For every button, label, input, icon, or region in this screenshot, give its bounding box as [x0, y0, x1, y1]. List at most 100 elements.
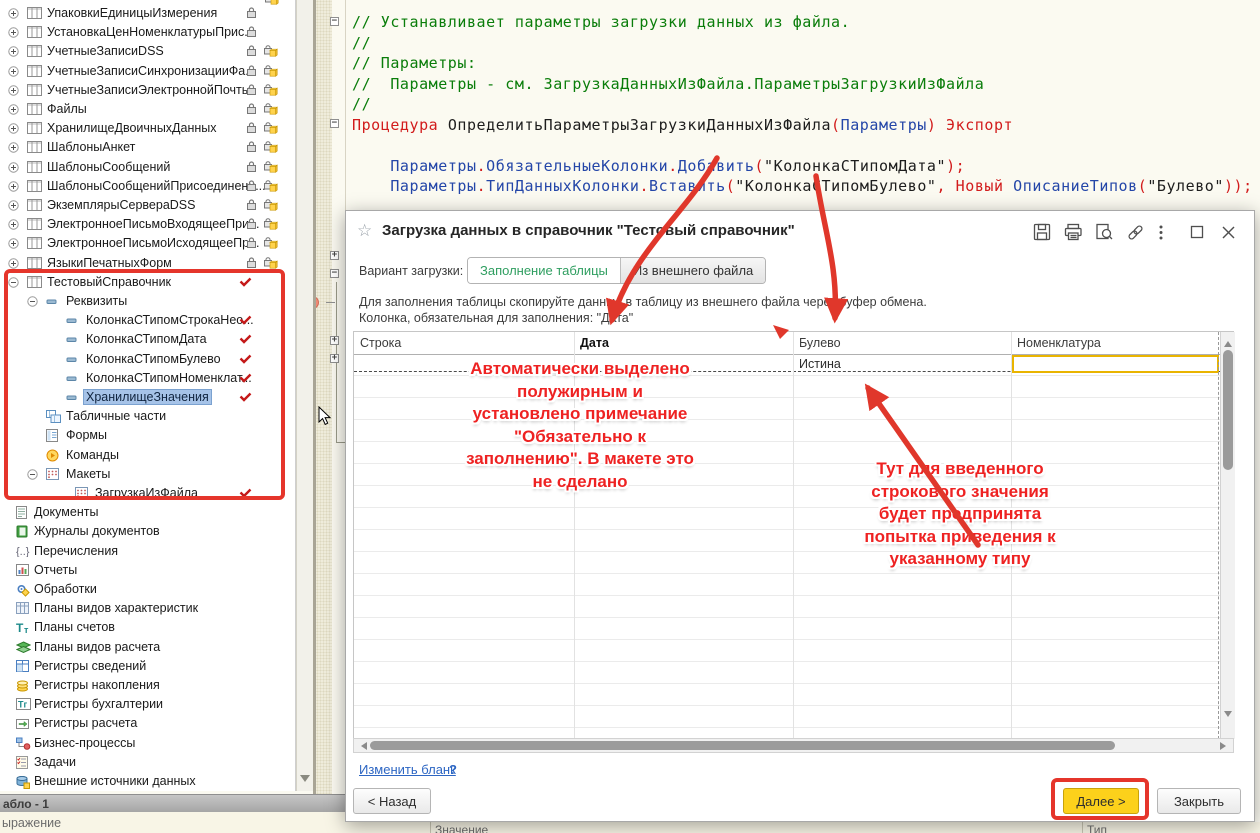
expand-icon[interactable] — [8, 258, 19, 269]
expand-icon[interactable] — [8, 46, 19, 57]
tree-item[interactable]: Журналы документов — [0, 522, 296, 541]
preview-icon[interactable] — [1095, 223, 1114, 242]
tree-item[interactable]: КолонкаСТипомДата — [0, 330, 296, 349]
tree-item[interactable]: Файлы — [0, 100, 296, 119]
column-header[interactable]: Строка — [354, 332, 574, 354]
help-link[interactable]: ? — [449, 762, 457, 777]
tree-item[interactable]: ШаблоныАнкет — [0, 138, 296, 157]
tree-item[interactable]: УпаковкиЕдиницыИзмерения — [0, 4, 296, 23]
link-icon[interactable] — [1126, 223, 1145, 242]
tree-item[interactable]: ХранилищеЗначения — [0, 388, 296, 407]
table-vertical-scrollbar[interactable] — [1220, 332, 1235, 739]
tree-item[interactable]: {..}Перечисления — [0, 542, 296, 561]
tree-item[interactable]: ТестовыйСправочник — [0, 273, 296, 292]
tree-item[interactable]: Бизнес-процессы — [0, 734, 296, 753]
tree-item[interactable]: ЭкземплярыСервераDSS — [0, 196, 296, 215]
expand-icon[interactable] — [8, 181, 19, 192]
tree-item[interactable]: УстановкаЦенНоменклатурыПрис... — [0, 23, 296, 42]
back-button[interactable]: < Назад — [353, 788, 431, 814]
close-icon[interactable] — [1219, 223, 1238, 242]
tree-item[interactable]: Макеты — [0, 465, 296, 484]
tree-item[interactable]: ТгРегистры бухгалтерии — [0, 695, 296, 714]
tree-item[interactable]: ЭлектронноеПисьмоВходящееПри... — [0, 215, 296, 234]
scroll-up-icon[interactable] — [1224, 337, 1232, 347]
fold-expand-icon[interactable] — [330, 251, 339, 260]
tree-item[interactable]: КолонкаСТипомСтрокаНео... — [0, 311, 296, 330]
fold-collapse-icon[interactable] — [330, 17, 339, 26]
expand-icon[interactable] — [8, 162, 19, 173]
scroll-down-icon[interactable] — [300, 775, 310, 787]
tree-item[interactable]: Документы — [0, 503, 296, 522]
tree-item[interactable]: ШаблоныСообщенийПрисоединенн... — [0, 177, 296, 196]
favorite-star-icon[interactable]: ☆ — [357, 221, 372, 241]
table-horizontal-scrollbar[interactable] — [353, 738, 1234, 753]
fold-expand-icon[interactable] — [330, 354, 339, 363]
save-icon[interactable] — [1033, 223, 1052, 242]
expand-icon[interactable] — [8, 123, 19, 134]
tab-fill-table[interactable]: Заполнение таблицы — [468, 258, 620, 283]
tree-item[interactable]: Реквизиты — [0, 292, 296, 311]
collapse-icon[interactable] — [8, 277, 19, 288]
collapse-icon[interactable] — [27, 469, 38, 480]
tree-item[interactable]: Задачи — [0, 753, 296, 772]
expand-icon[interactable] — [8, 200, 19, 211]
tree-item[interactable]: Обработки — [0, 580, 296, 599]
tree-item[interactable]: Отчеты — [0, 561, 296, 580]
tree-item[interactable]: ЗагрузкаИзФайла — [0, 484, 296, 503]
tree-item[interactable]: ТтПланы счетов — [0, 618, 296, 637]
tree-item[interactable]: КолонкаСТипомБулево — [0, 350, 296, 369]
tab-from-file[interactable]: Из внешнего файла — [620, 258, 765, 283]
table-body[interactable] — [354, 354, 1220, 739]
tree-scrollbar[interactable] — [296, 0, 313, 791]
tree-item[interactable]: Команды — [0, 446, 296, 465]
tree-item[interactable]: ЭлектронноеПисьмоИсходящееПр... — [0, 234, 296, 253]
panel-splitter[interactable] — [313, 0, 316, 794]
tree-item[interactable]: УчетныеЗаписиСинхронизацииФа... — [0, 62, 296, 81]
scroll-right-icon[interactable] — [1220, 742, 1230, 750]
tree-item[interactable]: Внешние источники данных — [0, 772, 296, 791]
next-button[interactable]: Далее > — [1063, 788, 1139, 814]
scroll-left-icon[interactable] — [357, 742, 367, 750]
tree-item[interactable]: Регистры накопления — [0, 676, 296, 695]
metadata-tree-panel[interactable]: УпаковкиЕдиницыИзмеренияУстановкаЦенНоме… — [0, 0, 296, 791]
expand-icon[interactable] — [8, 142, 19, 153]
table-cell-value[interactable]: Истина — [799, 357, 841, 371]
horizontal-scroll-thumb[interactable] — [370, 741, 1115, 750]
tree-item[interactable]: УчетныеЗаписиЭлектроннойПочты — [0, 81, 296, 100]
expand-icon[interactable] — [8, 8, 19, 19]
tree-item[interactable]: Табличные части — [0, 407, 296, 426]
more-icon[interactable] — [1157, 223, 1176, 242]
expand-icon[interactable] — [8, 104, 19, 115]
print-icon[interactable] — [1064, 223, 1083, 242]
column-header[interactable]: Дата — [574, 332, 793, 354]
maximize-icon[interactable] — [1188, 223, 1207, 242]
fold-collapse-icon[interactable] — [330, 119, 339, 128]
tree-item[interactable]: ШаблоныСообщений — [0, 158, 296, 177]
fold-collapse-icon[interactable] — [330, 269, 339, 278]
scroll-down-icon[interactable] — [1224, 711, 1232, 721]
fold-expand-icon[interactable] — [330, 336, 339, 345]
tree-item[interactable]: УчетныеЗаписиDSS — [0, 42, 296, 61]
tree-item[interactable]: Формы — [0, 426, 296, 445]
tree-item[interactable]: ЯзыкиПечатныхФорм — [0, 254, 296, 273]
column-header[interactable]: Номенклатура — [1011, 332, 1220, 354]
tree-item[interactable]: Планы видов характеристик — [0, 599, 296, 618]
data-table[interactable]: СтрокаДатаБулево Истина Номенклатура — [353, 331, 1234, 753]
tablo-panel-header[interactable]: абло - 1 — [0, 794, 345, 812]
expand-icon[interactable] — [8, 66, 19, 77]
tree-item[interactable]: Планы видов расчета — [0, 638, 296, 657]
column-header[interactable]: Булево — [793, 332, 1011, 354]
edit-form-link[interactable]: Изменить бланк — [359, 762, 456, 777]
expand-icon[interactable] — [8, 238, 19, 249]
expand-icon[interactable] — [8, 219, 19, 230]
tree-item[interactable]: ХранилищеДвоичныхДанных — [0, 119, 296, 138]
tree-item[interactable]: Регистры расчета — [0, 714, 296, 733]
tree-item[interactable]: Регистры сведений — [0, 657, 296, 676]
expand-icon[interactable] — [8, 27, 19, 38]
selected-cell[interactable] — [1012, 355, 1219, 373]
expand-icon[interactable] — [8, 85, 19, 96]
collapse-icon[interactable] — [27, 296, 38, 307]
tree-item[interactable]: КолонкаСТипомНоменклат... — [0, 369, 296, 388]
close-button[interactable]: Закрыть — [1157, 788, 1241, 814]
vertical-scroll-thumb[interactable] — [1223, 350, 1233, 470]
